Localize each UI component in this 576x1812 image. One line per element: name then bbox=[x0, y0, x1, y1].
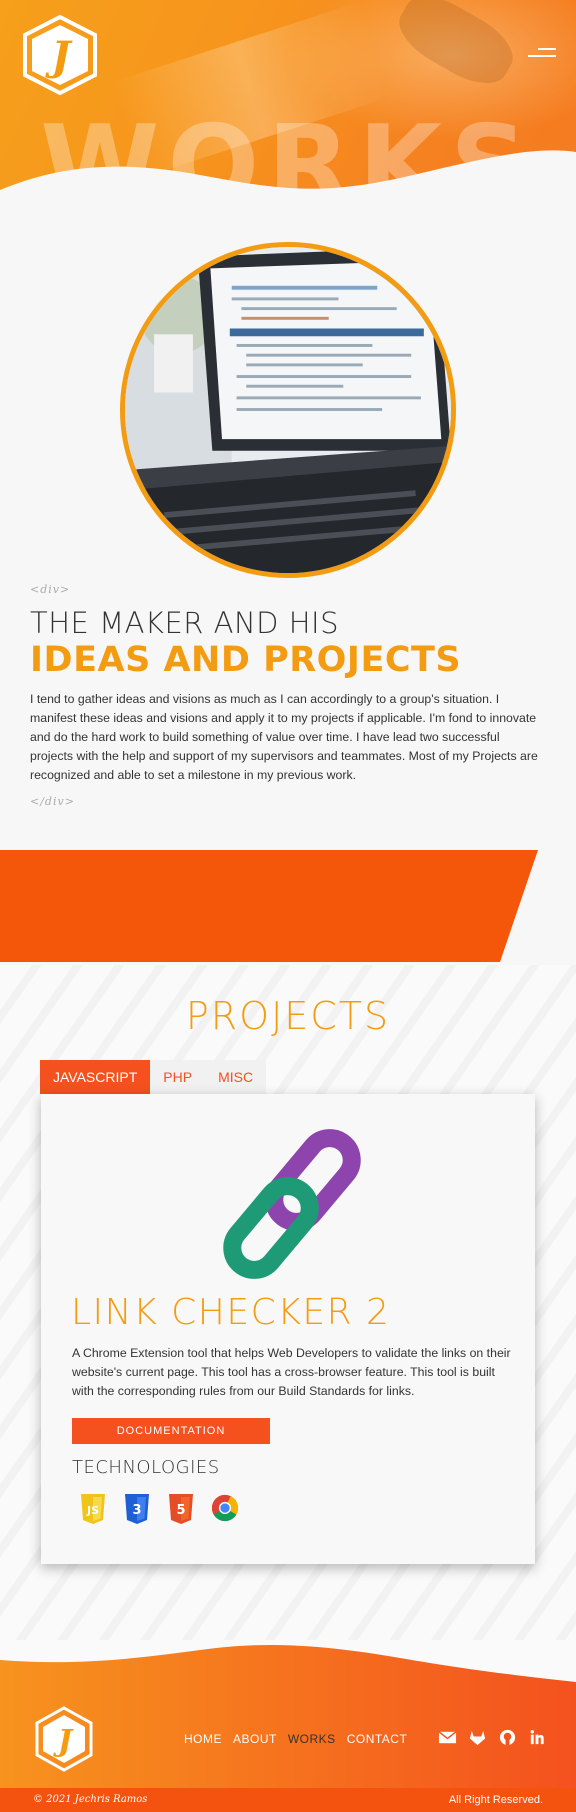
social-links bbox=[438, 1728, 547, 1747]
chrome-icon bbox=[211, 1494, 239, 1524]
footer-nav-contact[interactable]: CONTACT bbox=[347, 1732, 408, 1746]
svg-text:JS: JS bbox=[86, 1504, 99, 1517]
project-tabs: JAVASCRIPT PHP MISC bbox=[40, 1060, 267, 1094]
css3-icon: 3 bbox=[123, 1494, 151, 1524]
close-div-tag: </div> bbox=[30, 795, 75, 808]
menu-line-long bbox=[528, 55, 556, 57]
footer-logo[interactable]: J bbox=[33, 1706, 95, 1772]
menu-toggle-button[interactable] bbox=[522, 44, 556, 64]
laptop-illustration bbox=[125, 247, 451, 573]
footer-rights: All Right Reserved. bbox=[448, 1794, 543, 1806]
slanted-orange-banner bbox=[0, 850, 576, 965]
footer-copyright: © 2021 Jechris Ramos bbox=[33, 1794, 148, 1805]
technologies-title: TECHNOLOGIES bbox=[72, 1457, 220, 1478]
about-heading-line1: THE MAKER AND HIS bbox=[30, 606, 339, 640]
project-card: LINK CHECKER 2 A Chrome Extension tool t… bbox=[41, 1094, 535, 1564]
documentation-button[interactable]: DOCUMENTATION bbox=[72, 1418, 270, 1444]
menu-line-short bbox=[538, 48, 556, 50]
site-logo[interactable]: J bbox=[20, 14, 100, 96]
footer-nav-about[interactable]: ABOUT bbox=[233, 1732, 277, 1746]
laptop-code-photo bbox=[120, 242, 456, 578]
technology-icons: JS 3 5 bbox=[79, 1494, 239, 1524]
footer-nav: HOME ABOUT WORKS CONTACT bbox=[184, 1732, 407, 1746]
hero-wave-divider bbox=[0, 150, 576, 235]
about-heading-line2: IDEAS AND PROJECTS bbox=[30, 640, 462, 680]
mail-icon[interactable] bbox=[438, 1728, 457, 1747]
svg-text:3: 3 bbox=[132, 1503, 141, 1518]
project-title: LINK CHECKER 2 bbox=[71, 1292, 391, 1333]
project-description: A Chrome Extension tool that helps Web D… bbox=[72, 1346, 511, 1398]
svg-text:5: 5 bbox=[176, 1503, 185, 1518]
footer-nav-home[interactable]: HOME bbox=[184, 1732, 222, 1746]
tab-php[interactable]: PHP bbox=[150, 1060, 205, 1094]
javascript-icon: JS bbox=[79, 1494, 107, 1524]
linkedin-icon[interactable] bbox=[528, 1728, 547, 1747]
chain-link-icon bbox=[223, 1129, 361, 1279]
tab-misc[interactable]: MISC bbox=[205, 1060, 266, 1094]
footer-nav-works[interactable]: WORKS bbox=[288, 1732, 336, 1746]
open-div-tag: <div> bbox=[30, 583, 71, 596]
html5-icon: 5 bbox=[167, 1494, 195, 1524]
about-paragraph: I tend to gather ideas and visions as mu… bbox=[30, 692, 538, 782]
projects-title: PROJECTS bbox=[185, 994, 391, 1038]
github-icon[interactable] bbox=[498, 1728, 517, 1747]
gitlab-icon[interactable] bbox=[468, 1728, 487, 1747]
tab-javascript[interactable]: JAVASCRIPT bbox=[40, 1060, 151, 1094]
